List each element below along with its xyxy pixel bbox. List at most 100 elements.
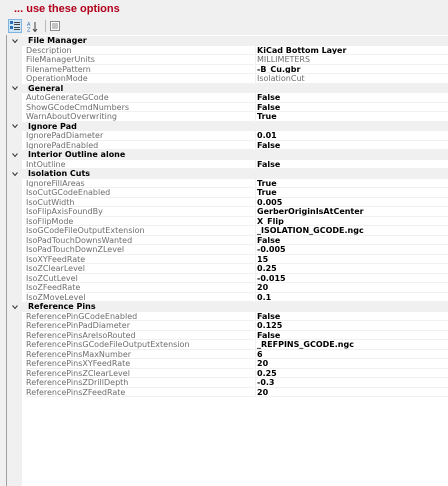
property-row-showgcodecmdnumbers[interactable]: ShowGCodeCmdNumbers False xyxy=(7,102,448,112)
property-value[interactable]: 20 xyxy=(255,387,448,397)
property-value[interactable]: False xyxy=(255,102,448,112)
property-value[interactable]: _ISOLATION_GCODE.ngc xyxy=(255,226,448,236)
alphabetical-sort-button[interactable]: A Z xyxy=(25,19,39,33)
property-row-referencepinpaddiameter[interactable]: ReferencePinPadDiameter 0.125 xyxy=(7,321,448,331)
property-value[interactable]: False xyxy=(255,311,448,321)
property-value[interactable]: 15 xyxy=(255,254,448,264)
property-row-isozfeedrate[interactable]: IsoZFeedRate 20 xyxy=(7,283,448,293)
property-name[interactable]: IsoGCodeFileOutputExtension xyxy=(26,226,254,236)
property-name[interactable]: Description xyxy=(26,46,254,55)
property-row-isocutgcodeenabled[interactable]: IsoCutGCodeEnabled True xyxy=(7,188,448,198)
collapse-chevron-icon[interactable] xyxy=(11,36,19,46)
property-row-isogcodefileoutputextension[interactable]: IsoGCodeFileOutputExtension _ISOLATION_GC… xyxy=(7,226,448,236)
property-row-ignorefillareas[interactable]: IgnoreFillAreas True xyxy=(7,178,448,188)
property-name[interactable]: AutoGenerateGCode xyxy=(26,93,254,103)
property-name[interactable]: ReferencePinsMaxNumber xyxy=(26,350,254,359)
category-general[interactable]: General xyxy=(7,83,448,94)
property-name[interactable]: IsoFlipMode xyxy=(26,217,254,226)
property-name[interactable]: FilenamePattern xyxy=(26,65,254,74)
property-row-ignorepadenabled[interactable]: IgnorePadEnabled False xyxy=(7,140,448,150)
property-name[interactable]: ReferencePinsAreIsoRouted xyxy=(26,331,254,340)
property-name[interactable]: WarnAboutOverwriting xyxy=(26,112,254,122)
category-file-manager[interactable]: File Manager xyxy=(7,36,448,46)
property-name[interactable]: ReferencePinsGCodeFileOutputExtension xyxy=(26,340,254,350)
property-row-referencepinsgcodefileoutputextension[interactable]: ReferencePinsGCodeFileOutputExtension _RE… xyxy=(7,340,448,350)
property-name[interactable]: IsoCutGCodeEnabled xyxy=(26,188,254,198)
category-isolation-cuts[interactable]: Isolation Cuts xyxy=(7,169,448,179)
property-grid[interactable]: File Manager Description KiCad Bottom Laye… xyxy=(6,35,448,486)
property-value[interactable]: 0.1 xyxy=(255,292,448,302)
property-name[interactable]: IsoPadTouchDownsWanted xyxy=(26,236,254,245)
property-row-referencepinsareisorouted[interactable]: ReferencePinsAreIsoRouted False xyxy=(7,330,448,340)
property-name[interactable]: ReferencePinGCodeEnabled xyxy=(26,312,254,321)
property-name[interactable]: IsoFlipAxisFoundBy xyxy=(26,207,254,217)
property-pages-button[interactable] xyxy=(48,19,62,33)
property-row-autogenerategcode[interactable]: AutoGenerateGCode False xyxy=(7,93,448,103)
property-value[interactable]: 0.25 xyxy=(255,368,448,378)
property-name[interactable]: ReferencePinPadDiameter xyxy=(26,321,254,331)
property-value[interactable]: False xyxy=(255,93,448,103)
property-value[interactable]: X_Flip xyxy=(255,216,448,226)
property-name[interactable]: ShowGCodeCmdNumbers xyxy=(26,103,254,112)
property-value[interactable]: 20 xyxy=(255,359,448,369)
property-name[interactable]: OperationMode xyxy=(26,74,254,84)
property-row-isopadtouchdownswanted[interactable]: IsoPadTouchDownsWanted False xyxy=(7,235,448,245)
property-name[interactable]: IgnorePadEnabled xyxy=(26,141,254,150)
property-row-ignorepaddiameter[interactable]: IgnorePadDiameter 0.01 xyxy=(7,131,448,141)
property-name[interactable]: IsoCutWidth xyxy=(26,198,254,207)
property-row-referencepingcodeenabled[interactable]: ReferencePinGCodeEnabled False xyxy=(7,311,448,321)
collapse-chevron-icon[interactable] xyxy=(11,169,19,179)
property-value[interactable]: False xyxy=(255,140,448,150)
property-name[interactable]: IgnorePadDiameter xyxy=(26,131,254,141)
property-name[interactable]: ReferencePinsXYFeedRate xyxy=(26,359,254,369)
property-row-isozcutlevel[interactable]: IsoZCutLevel -0.015 xyxy=(7,273,448,283)
property-name[interactable]: FileManagerUnits xyxy=(26,55,254,65)
property-value[interactable]: -B_Cu.gbr xyxy=(255,64,448,74)
property-value[interactable]: -0.005 xyxy=(255,245,448,255)
property-name[interactable]: IsoZMoveLevel xyxy=(26,293,254,302)
property-value[interactable]: 0.125 xyxy=(255,321,448,331)
property-value[interactable]: KiCad Bottom Layer xyxy=(255,45,448,55)
property-row-isozclearlevel[interactable]: IsoZClearLevel 0.25 xyxy=(7,264,448,274)
property-row-isoxyfeedrate[interactable]: IsoXYFeedRate 15 xyxy=(7,254,448,264)
property-name[interactable]: IsoZFeedRate xyxy=(26,283,254,293)
property-name[interactable]: IntOutline xyxy=(26,160,254,169)
property-value[interactable]: 20 xyxy=(255,283,448,293)
property-value[interactable]: 0.01 xyxy=(255,131,448,141)
property-value[interactable]: True xyxy=(255,178,448,188)
property-value[interactable]: False xyxy=(255,330,448,340)
property-value[interactable]: 0.005 xyxy=(255,197,448,207)
property-value[interactable]: False xyxy=(255,159,448,169)
categorized-button[interactable] xyxy=(8,19,22,33)
category-interior-outline-alone[interactable]: Interior Outline alone xyxy=(7,150,448,160)
property-value[interactable]: 6 xyxy=(255,349,448,359)
property-name[interactable]: ReferencePinsZClearLevel xyxy=(26,369,254,378)
collapse-chevron-icon[interactable] xyxy=(11,84,19,94)
property-value[interactable]: True xyxy=(255,188,448,198)
property-value[interactable]: True xyxy=(255,112,448,122)
property-row-warnaboutoverwriting[interactable]: WarnAboutOverwriting True xyxy=(7,112,448,122)
property-value[interactable]: MILLIMETERS xyxy=(255,55,448,65)
property-row-referencepinsmaxnumber[interactable]: ReferencePinsMaxNumber 6 xyxy=(7,349,448,359)
property-row-filemanagerunits[interactable]: FileManagerUnits MILLIMETERS xyxy=(7,55,448,65)
property-row-isoflipmode[interactable]: IsoFlipMode X_Flip xyxy=(7,216,448,226)
category-reference-pins[interactable]: Reference Pins xyxy=(7,302,448,312)
property-row-filenamepattern[interactable]: FilenamePattern -B_Cu.gbr xyxy=(7,64,448,74)
property-name[interactable]: IsoPadTouchDownZLevel xyxy=(26,245,254,255)
collapse-chevron-icon[interactable] xyxy=(11,302,19,312)
collapse-chevron-icon[interactable] xyxy=(11,122,19,132)
property-value[interactable]: _REFPINS_GCODE.ngc xyxy=(255,340,448,350)
collapse-chevron-icon[interactable] xyxy=(11,150,19,160)
property-row-referencepinszdrilldepth[interactable]: ReferencePinsZDrillDepth -0.3 xyxy=(7,378,448,388)
property-row-isopadtouchdownzlevel[interactable]: IsoPadTouchDownZLevel -0.005 xyxy=(7,245,448,255)
property-value[interactable]: 0.25 xyxy=(255,264,448,274)
property-row-isoflipaxisfoundby[interactable]: IsoFlipAxisFoundBy GerberOriginIsAtCenter xyxy=(7,207,448,217)
property-value[interactable]: -0.015 xyxy=(255,273,448,283)
category-ignore-pad[interactable]: Ignore Pad xyxy=(7,121,448,132)
property-row-isozmovelevel[interactable]: IsoZMoveLevel 0.1 xyxy=(7,292,448,302)
property-row-referencepinsxyfeedrate[interactable]: ReferencePinsXYFeedRate 20 xyxy=(7,359,448,369)
property-name[interactable]: IsoZCutLevel xyxy=(26,274,254,283)
property-name[interactable]: IsoZClearLevel xyxy=(26,264,254,274)
property-value[interactable]: GerberOriginIsAtCenter xyxy=(255,207,448,217)
property-name[interactable]: IsoXYFeedRate xyxy=(26,255,254,264)
